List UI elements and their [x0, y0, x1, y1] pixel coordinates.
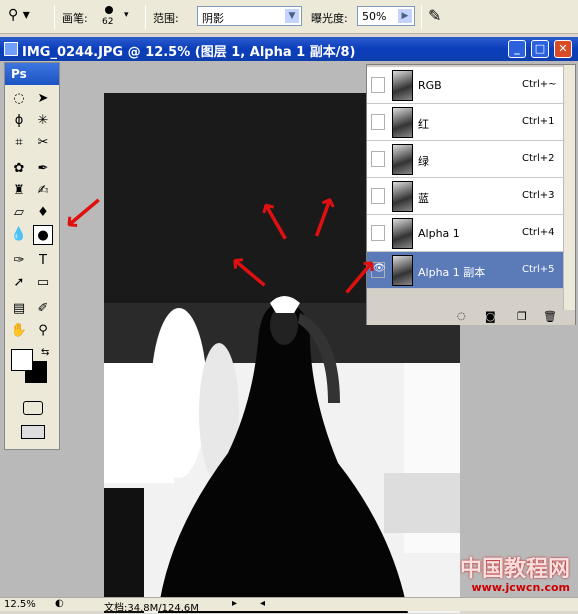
channel-shortcut: Ctrl+2 — [522, 153, 555, 164]
trash-icon[interactable]: 🗑 — [543, 310, 557, 323]
swap-colors-icon[interactable]: ⇆ — [41, 347, 49, 358]
watermark: 中国教程网 www.jcwcn.com — [460, 555, 570, 594]
chevron-right-icon[interactable]: ▶ — [397, 8, 413, 24]
visibility-toggle[interactable] — [371, 77, 385, 93]
chevron-down-icon: ▾ — [124, 10, 129, 20]
channels-scrollbar[interactable] — [563, 65, 575, 310]
blur-icon[interactable]: 💧 — [9, 225, 29, 245]
visibility-toggle[interactable] — [371, 151, 385, 167]
channel-shortcut: Ctrl+5 — [522, 264, 555, 275]
watermark-title: 中国教程网 — [459, 557, 570, 582]
exposure-value: 50% — [362, 10, 387, 23]
channel-name: Alpha 1 — [418, 227, 460, 240]
channel-name: 红 — [418, 118, 429, 131]
channel-shortcut: Ctrl+3 — [522, 190, 555, 201]
chevron-down-icon: ▼ — [284, 8, 300, 24]
toolbox-header[interactable]: Ps — [5, 63, 59, 85]
brush-dot-icon — [105, 6, 113, 14]
brush-size: 62 — [102, 17, 114, 27]
range-select[interactable]: 阴影 ▼ — [197, 6, 302, 26]
move-icon[interactable]: ➤ — [33, 89, 53, 109]
crop-icon[interactable]: ⌗ — [9, 133, 29, 153]
dodge-tool-icon[interactable]: ⚲ ▾ — [8, 7, 44, 27]
minimize-button[interactable]: _ — [508, 40, 526, 58]
history-brush-icon[interactable]: ✍ — [33, 181, 53, 201]
watermark-url: www.jcwcn.com — [471, 581, 570, 594]
foreground-color-swatch[interactable] — [11, 349, 33, 371]
healing-icon[interactable]: ✿ — [9, 159, 29, 179]
stamp-icon[interactable]: ♜ — [9, 181, 29, 201]
chevron-right-icon[interactable]: ▸ — [232, 598, 237, 609]
channel-row[interactable]: Alpha 1 Ctrl+4 — [367, 215, 563, 252]
save-selection-icon[interactable]: ◙ — [485, 310, 496, 323]
visibility-toggle[interactable] — [371, 225, 385, 241]
status-menu-icon[interactable]: ◐ — [55, 598, 64, 609]
channel-thumbnail — [392, 107, 413, 138]
magic-wand-icon[interactable]: ✳ — [33, 111, 53, 131]
close-button[interactable]: ✕ — [554, 40, 572, 58]
channel-row[interactable]: 绿 Ctrl+2 — [367, 141, 563, 178]
channel-row[interactable]: 👁 Alpha 1 副本 Ctrl+5 — [367, 252, 563, 289]
channel-thumbnail — [392, 70, 413, 101]
hand-icon[interactable]: ✋ — [9, 321, 29, 341]
maximize-button[interactable]: □ — [531, 40, 549, 58]
channel-row[interactable]: RGB Ctrl+~ — [367, 67, 563, 104]
pen-icon[interactable]: ✑ — [9, 251, 29, 271]
channel-thumbnail — [392, 181, 413, 212]
exposure-label: 曝光度: — [311, 12, 348, 25]
doc-info: 文档:34.8M/124.6M — [104, 603, 199, 614]
eyedropper-icon[interactable]: ✐ — [33, 299, 53, 319]
brush-picker[interactable]: 62 ▾ — [98, 4, 134, 30]
toolbox-panel: Ps ◌ ➤ ϕ ✳ ⌗ ✂ ✿ ✒ ♜ ✍ ▱ ♦ 💧 ● ✑ T ➚ ▭ ▤… — [4, 62, 60, 450]
slice-icon[interactable]: ✂ — [33, 133, 53, 153]
quick-mask-icon[interactable] — [23, 401, 43, 415]
channels-footer: ◌ ◙ ❐ 🗑 — [367, 310, 575, 325]
channel-thumbnail — [392, 144, 413, 175]
channel-shortcut: Ctrl+1 — [522, 116, 555, 127]
document-title: IMG_0244.JPG @ 12.5% (图层 1, Alpha 1 副本/8… — [22, 45, 356, 60]
range-label: 范围: — [153, 12, 179, 25]
visibility-toggle[interactable] — [371, 188, 385, 204]
range-value: 阴影 — [202, 12, 224, 25]
brush-icon[interactable]: ✒ — [33, 159, 53, 179]
channel-thumbnail — [392, 255, 413, 286]
ps-doc-icon — [4, 42, 18, 56]
document-titlebar[interactable]: IMG_0244.JPG @ 12.5% (图层 1, Alpha 1 副本/8… — [0, 37, 578, 61]
notes-icon[interactable]: ▤ — [9, 299, 29, 319]
exposure-field[interactable]: 50% ▶ — [357, 6, 415, 26]
load-selection-icon[interactable]: ◌ — [457, 311, 466, 322]
new-channel-icon[interactable]: ❐ — [517, 310, 527, 323]
eraser-icon[interactable]: ▱ — [9, 203, 29, 223]
channel-row[interactable]: 红 Ctrl+1 — [367, 104, 563, 141]
lasso-icon[interactable]: ϕ — [9, 111, 29, 131]
zoom-icon[interactable]: ⚲ — [33, 321, 53, 341]
channel-name: 绿 — [418, 155, 429, 168]
channel-name: 蓝 — [418, 192, 429, 205]
bucket-icon[interactable]: ♦ — [33, 203, 53, 223]
type-icon[interactable]: T — [33, 251, 53, 271]
visibility-toggle[interactable] — [371, 114, 385, 130]
path-select-icon[interactable]: ➚ — [9, 273, 29, 293]
status-bar: 12.5% ◐ 文档:34.8M/124.6M ▸ ◂ — [0, 597, 578, 614]
channel-thumbnail — [392, 218, 413, 249]
marquee-icon[interactable]: ◌ — [9, 89, 29, 109]
shape-icon[interactable]: ▭ — [33, 273, 53, 293]
dodge-icon[interactable]: ● — [33, 225, 53, 245]
channels-panel: RGB Ctrl+~ 红 Ctrl+1 绿 Ctrl+2 蓝 Ctrl+3 Alpha 1 Ctr… — [366, 64, 576, 325]
channel-shortcut: Ctrl+~ — [522, 79, 557, 90]
channel-name: Alpha 1 副本 — [418, 266, 486, 279]
channel-shortcut: Ctrl+4 — [522, 227, 555, 238]
zoom-readout[interactable]: 12.5% — [4, 599, 36, 610]
screen-mode-icon[interactable] — [21, 425, 45, 439]
scroll-left-icon[interactable]: ◂ — [260, 598, 265, 609]
brush-label: 画笔: — [62, 12, 88, 25]
options-bar: ⚲ ▾ 画笔: 62 ▾ 范围: 阴影 ▼ 曝光度: 50% ▶ ✎ — [0, 0, 578, 34]
channel-row[interactable]: 蓝 Ctrl+3 — [367, 178, 563, 215]
airbrush-icon[interactable]: ✎ — [428, 6, 441, 25]
channel-name: RGB — [418, 79, 442, 92]
